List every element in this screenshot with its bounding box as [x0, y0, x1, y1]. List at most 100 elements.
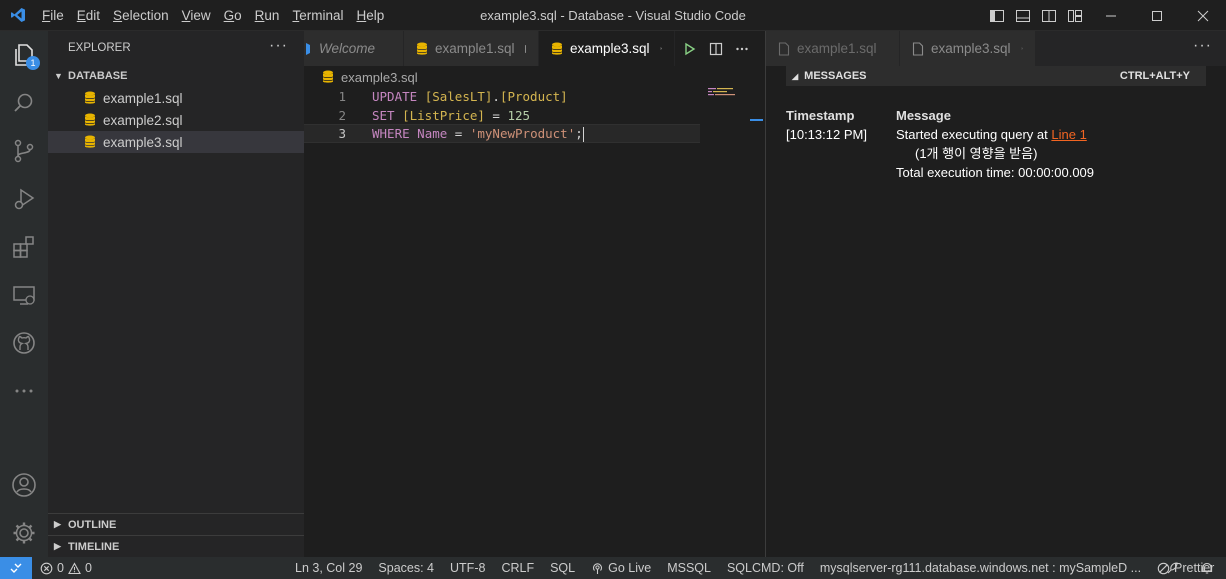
warning-icon [68, 561, 81, 574]
remote-indicator[interactable] [0, 557, 32, 579]
toggle-secondary-sidebar-button[interactable] [1036, 0, 1062, 31]
feedback-icon [1167, 562, 1178, 574]
bell-icon [1202, 562, 1212, 574]
outline-section[interactable]: ▶ OUTLINE [48, 513, 304, 535]
source-control-icon [14, 139, 34, 163]
messages-header[interactable]: ◢ MESSAGES CTRL+ALT+Y [786, 66, 1206, 86]
message-execution-time: Total execution time: 00:00:00.009 [896, 165, 1095, 180]
toggle-panel-button[interactable] [1010, 0, 1036, 31]
explorer-activity[interactable]: 1 [0, 31, 48, 79]
activity-bar: 1 [0, 31, 48, 557]
maximize-button[interactable] [1134, 0, 1180, 31]
query-results: ◢ MESSAGES CTRL+ALT+Y Timestamp [10:13:1… [766, 66, 1226, 557]
line-link[interactable]: Line 1 [1051, 127, 1086, 142]
explorer-header: EXPLORER ··· [48, 31, 304, 65]
notifications-button[interactable] [1192, 561, 1226, 575]
menu-bar: File Edit Selection View Go Run Terminal… [42, 0, 397, 31]
close-tab-icon[interactable] [659, 43, 662, 54]
split-editor-button[interactable] [703, 31, 729, 66]
feedback-button[interactable] [1158, 561, 1192, 575]
message-rows-affected: (1개 행이 영향을 받음) [915, 146, 1038, 161]
status-right [1158, 557, 1226, 579]
code-editor[interactable]: 1 UPDATE [SalesLT].[Product] 2 SET [List… [304, 86, 765, 557]
tab-example3[interactable]: example3.sql [539, 31, 675, 66]
close-window-button[interactable] [1180, 0, 1226, 31]
menu-edit[interactable]: Edit [77, 8, 100, 23]
language-mode[interactable]: SQL [542, 561, 583, 575]
status-bar: 0 0 Ln 3, Col 29 Spaces: 4 UTF-8 CRLF SQ… [0, 557, 1226, 579]
vscode-logo-icon [11, 8, 25, 22]
extensions-activity[interactable] [0, 223, 48, 271]
tab-label: example1.sql [435, 41, 515, 56]
sqlcmd-mode[interactable]: SQLCMD: Off [719, 561, 812, 575]
indentation[interactable]: Spaces: 4 [370, 561, 442, 575]
message-header: Message [896, 108, 951, 123]
tab-results-example1[interactable]: example1.sql [766, 31, 900, 66]
gear-icon [13, 522, 35, 544]
results-more-icon[interactable]: ··· [1193, 37, 1212, 55]
layout-icon [1068, 9, 1082, 22]
menu-terminal[interactable]: Terminal [292, 8, 343, 23]
problems-indicator[interactable]: 0 0 [32, 561, 100, 575]
file-icon [778, 41, 790, 56]
tab-results-example3[interactable]: example3.sql [900, 31, 1036, 66]
menu-help[interactable]: Help [356, 8, 384, 23]
remote-explorer-activity[interactable] [0, 271, 48, 319]
cursor-scroll-marker [750, 119, 763, 121]
cursor-position[interactable]: Ln 3, Col 29 [287, 561, 370, 575]
github-activity[interactable] [0, 319, 48, 367]
menu-file[interactable]: File [42, 8, 64, 23]
search-activity[interactable] [0, 79, 48, 127]
menu-selection[interactable]: Selection [113, 8, 169, 23]
menu-view[interactable]: View [182, 8, 211, 23]
file-label: example3.sql [103, 134, 183, 150]
accounts-activity[interactable] [0, 461, 48, 509]
code-text: WHERE Name = 'myNewProduct'; [372, 125, 584, 142]
timestamp-header: Timestamp [786, 108, 855, 123]
folder-name: DATABASE [68, 70, 128, 82]
editor-more-button[interactable] [729, 31, 755, 66]
run-query-button[interactable] [677, 31, 703, 66]
customize-layout-button[interactable] [1062, 0, 1088, 31]
file-label: example2.sql [103, 112, 183, 128]
tab-label: example3.sql [570, 41, 650, 56]
panel-icon [1016, 9, 1030, 22]
file-item[interactable]: example2.sql [48, 109, 304, 131]
database-icon [551, 42, 563, 56]
source-control-activity[interactable] [0, 127, 48, 175]
minimize-button[interactable] [1088, 0, 1134, 31]
encoding[interactable]: UTF-8 [442, 561, 493, 575]
go-live-button[interactable]: Go Live [583, 561, 659, 575]
code-line: 2 SET [ListPrice] = 125 [304, 106, 700, 125]
breadcrumb-file[interactable]: example3.sql [341, 70, 418, 85]
tab-welcome[interactable]: Welcome [304, 31, 404, 66]
collapse-triangle-icon: ◢ [792, 71, 799, 81]
run-debug-activity[interactable] [0, 175, 48, 223]
file-item-selected[interactable]: example3.sql [48, 131, 304, 153]
menu-run[interactable]: Run [255, 8, 280, 23]
run-icon [685, 42, 696, 55]
toggle-primary-sidebar-button[interactable] [984, 0, 1010, 31]
window-controls [984, 0, 1226, 31]
tab-example1[interactable]: example1.sql [404, 31, 539, 66]
connection-info[interactable]: mysqlserver-rg111.database.windows.net :… [812, 561, 1149, 575]
file-icon [912, 41, 924, 56]
file-item[interactable]: example1.sql [48, 87, 304, 109]
minimap[interactable] [708, 88, 738, 96]
folder-header[interactable]: ▼ DATABASE [48, 65, 304, 87]
modified-dot-icon[interactable] [524, 44, 526, 53]
timeline-section[interactable]: ▶ TIMELINE [48, 535, 304, 557]
breadcrumb: example3.sql [304, 66, 765, 88]
github-icon [13, 332, 35, 354]
menu-go[interactable]: Go [224, 8, 242, 23]
tab-label: example3.sql [931, 41, 1011, 56]
line-endings[interactable]: CRLF [493, 561, 542, 575]
sql-dialect[interactable]: MSSQL [659, 561, 719, 575]
manage-activity[interactable] [0, 509, 48, 557]
messages-shortcut: CTRL+ALT+Y [1119, 70, 1190, 82]
explorer-more-icon[interactable]: ··· [269, 37, 288, 55]
close-tab-icon[interactable] [1020, 43, 1023, 54]
split-editor-icon [709, 42, 723, 55]
more-icon [15, 389, 33, 393]
more-activity[interactable] [0, 367, 48, 415]
